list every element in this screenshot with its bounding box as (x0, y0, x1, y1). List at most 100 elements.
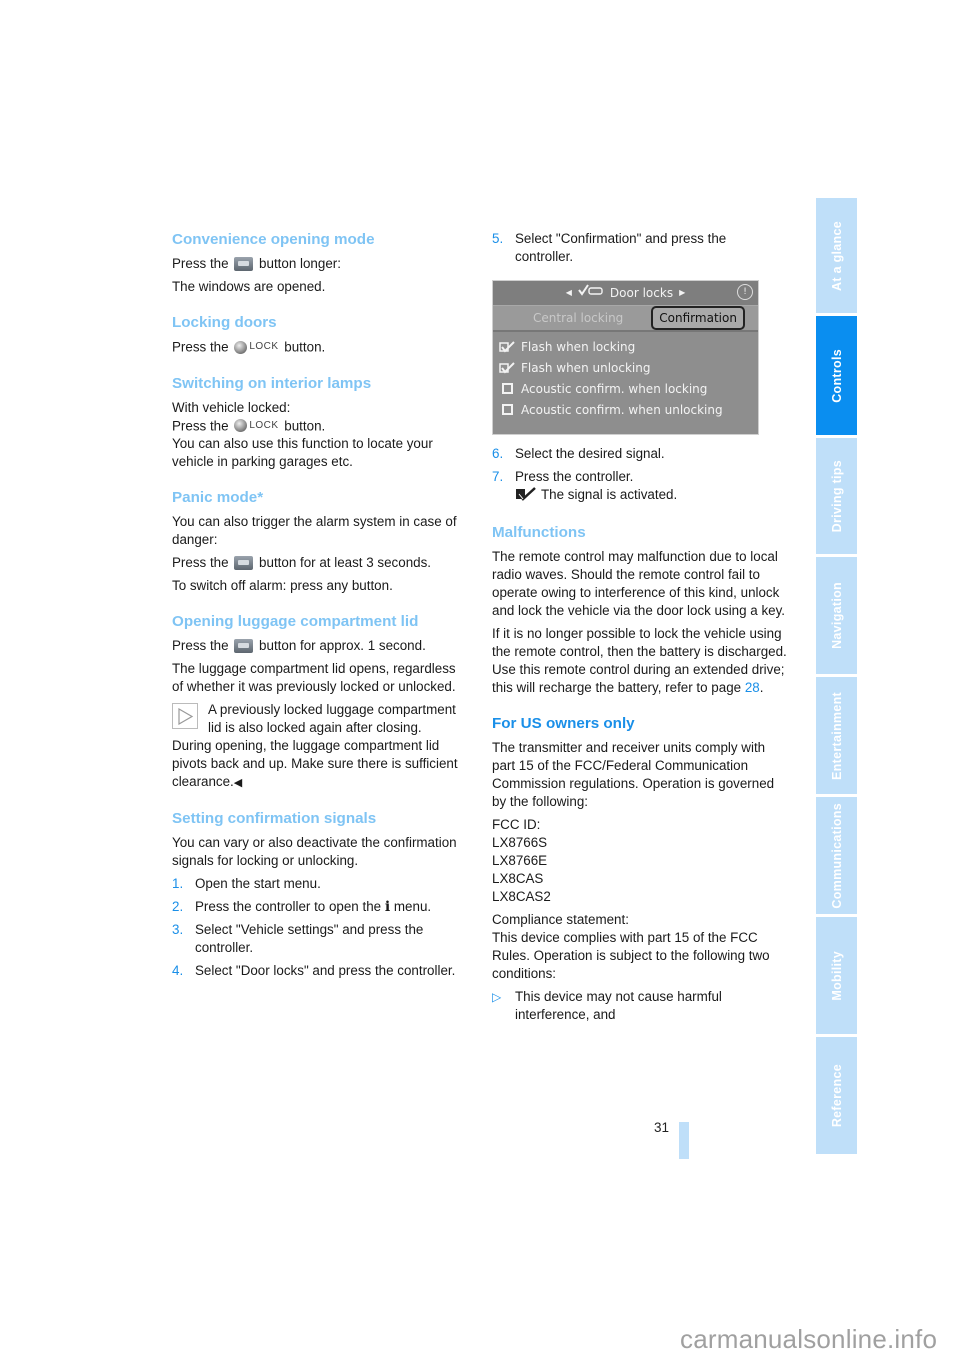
text: Press the controller. (515, 469, 634, 484)
signal-item[interactable]: Acoustic confirm. when locking (499, 378, 752, 399)
checkbox-checked-icon (499, 361, 515, 374)
arrow-left-icon: ◀ (565, 288, 572, 297)
note-triangle-icon (172, 703, 198, 729)
step-number: 7. (492, 469, 504, 484)
paragraph: Press the LOCK button. (172, 338, 467, 357)
tab-mobility[interactable]: Mobility (816, 917, 857, 1034)
tab-confirmation[interactable]: Confirmation (651, 306, 745, 330)
paragraph: Press the button longer: (172, 255, 467, 273)
tab-reference[interactable]: Reference (816, 1037, 857, 1154)
tab-navigation[interactable]: Navigation (816, 557, 857, 674)
trunk-button-icon (234, 639, 254, 653)
chapter-tabs: At a glance Controls Driving tips Naviga… (816, 198, 857, 1157)
paragraph: You can also trigger the alarm system in… (172, 514, 457, 547)
tab-label: Reference (829, 1063, 844, 1128)
fcc-id: LX8766S (492, 835, 548, 850)
note-text: A previously locked luggage compartment … (208, 702, 456, 735)
list-item: 7. Press the controller. The signal is a… (492, 468, 787, 506)
text: button for at least 3 seconds. (259, 555, 432, 570)
step-number: 1. (172, 876, 184, 891)
paragraph: With vehicle locked: Press the LOCK butt… (172, 399, 467, 472)
checkbox-unchecked-icon (499, 383, 515, 394)
right-column: 5. Select "Confirmation" and press the c… (492, 230, 787, 1029)
text: Press the controller to open the (195, 899, 382, 914)
fcc-id: LX8CAS (492, 871, 544, 886)
text: Press the (172, 256, 229, 271)
heading-luggage-compartment: Opening luggage compartment lid (172, 613, 419, 630)
text: button. (284, 418, 326, 433)
step-number: 3. (172, 922, 184, 937)
heading-convenience-opening: Convenience opening mode (172, 231, 375, 248)
fcc-id: LX8CAS2 (492, 889, 551, 904)
lock-label: LOCK (249, 341, 279, 352)
step-number: 2. (172, 899, 184, 914)
tab-at-a-glance[interactable]: At a glance (816, 198, 857, 313)
text: button for approx. 1 second. (259, 638, 426, 653)
step-text: Select "Confirmation" and press the cont… (515, 231, 727, 264)
bullet-text: This device may not cause harmful interf… (515, 989, 722, 1022)
paragraph: The luggage compartment lid opens, regar… (172, 661, 456, 694)
left-column: Convenience opening mode Press the butto… (172, 230, 467, 985)
page-number: 31 (654, 1120, 670, 1135)
end-mark-icon: ◀ (233, 777, 243, 789)
step-text: Press the controller. The signal is acti… (515, 468, 787, 506)
signal-label: Flash when unlocking (521, 360, 651, 375)
heading-interior-lamps: Switching on interior lamps (172, 374, 372, 392)
note-block: A previously locked luggage compartment … (172, 701, 467, 737)
tab-driving-tips[interactable]: Driving tips (816, 438, 857, 554)
heading-locking-doors: Locking doors (172, 314, 277, 331)
tab-label: Navigation (829, 582, 844, 649)
step-number: 6. (492, 446, 504, 461)
paragraph: You can vary or also deactivate the conf… (172, 835, 457, 868)
fcc-id-block: FCC ID: LX8766S LX8766E LX8CAS LX8CAS2 (492, 816, 787, 906)
signal-item[interactable]: Acoustic confirm. when unlocking (499, 399, 752, 420)
footer-watermark: carmanualsonline.info (680, 1324, 938, 1354)
text: You can also use this function to locate… (172, 436, 433, 469)
screen-title: Door locks (609, 286, 674, 300)
text: This device complies with part 15 of the… (492, 930, 770, 981)
text: During opening, the luggage compartment … (172, 738, 458, 789)
fcc-label: FCC ID: (492, 817, 541, 832)
tab-entertainment[interactable]: Entertainment (816, 677, 857, 794)
step-number: 5. (492, 231, 504, 246)
signal-list: Flash when locking Flash when unlocking … (493, 332, 758, 424)
tab-controls[interactable]: Controls (816, 316, 857, 435)
tab-label: Entertainment (829, 691, 844, 780)
list-item: 2. Press the controller to open the i me… (172, 898, 467, 916)
text: With vehicle locked: (172, 399, 291, 415)
step-text: Select "Vehicle settings" and press the … (195, 922, 424, 955)
arrow-right-icon: ▶ (679, 288, 686, 297)
signal-item[interactable]: Flash when unlocking (499, 357, 752, 378)
list-item: 5. Select "Confirmation" and press the c… (492, 230, 787, 266)
info-icon: i (384, 899, 391, 915)
text: menu. (393, 899, 432, 914)
text: button longer: (259, 256, 341, 271)
signal-item[interactable]: Flash when locking (499, 336, 752, 357)
checkbox-checked-icon (499, 340, 515, 353)
fcc-id: LX8766E (492, 853, 548, 868)
list-item: 6. Select the desired signal. (492, 445, 787, 463)
text: The signal is activated. (541, 487, 678, 502)
tab-communications[interactable]: Communications (816, 797, 857, 914)
checkbox-unchecked-icon (499, 404, 515, 415)
tab-central-locking[interactable]: Central locking (529, 309, 627, 327)
paragraph: If it is no longer possible to lock the … (492, 625, 787, 697)
screen-title-bar: ◀ Door locks ▶ ! (493, 281, 758, 306)
paragraph: Press the button for approx. 1 second. (172, 637, 467, 655)
heading-us-owners: For US owners only (492, 715, 635, 732)
step-text: Select the desired signal. (515, 446, 665, 461)
list-item: 4. Select "Door locks" and press the con… (172, 962, 467, 980)
list-item: 3. Select "Vehicle settings" and press t… (172, 921, 467, 957)
lock-button-icon: LOCK (234, 417, 278, 435)
tab-label: Controls (829, 348, 844, 403)
text: . (759, 680, 764, 695)
help-icon: ! (737, 284, 753, 300)
text: Press the (172, 638, 229, 653)
signal-label: Acoustic confirm. when unlocking (521, 402, 723, 417)
page-link[interactable]: 28 (745, 680, 760, 695)
step-number: 4. (172, 963, 184, 978)
tab-label: Driving tips (829, 459, 844, 533)
paragraph: The remote control may malfunction due t… (492, 549, 786, 618)
tab-label: At a glance (829, 220, 844, 291)
step-text: Open the start menu. (195, 876, 321, 891)
